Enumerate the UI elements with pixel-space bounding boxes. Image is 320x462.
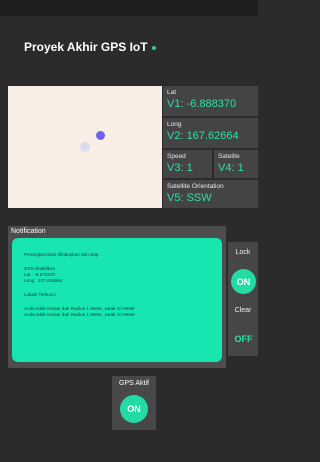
satellite-panel: Satelite V4: 1	[214, 150, 258, 178]
notification-line: Lokasi Terkunci	[24, 292, 56, 297]
gps-toggle-button[interactable]: ON	[120, 395, 148, 423]
online-indicator-icon	[151, 45, 156, 50]
gps-label: GPS Aktif	[119, 380, 149, 387]
current-location-marker-icon[interactable]	[96, 131, 105, 140]
speed-label: Speed	[167, 153, 186, 160]
notification-line: Lat : -6.870370	[24, 272, 55, 277]
satellite-value: V4: 1	[218, 162, 244, 174]
gps-control: GPS Aktif ON	[112, 376, 156, 430]
notification-log[interactable]: Perangkat telah dihidupkan dan siap. GPS…	[12, 238, 222, 362]
previous-location-marker-icon[interactable]	[80, 142, 90, 152]
satellite-orientation-value: V5: SSW	[167, 192, 212, 204]
notification-line: Anda telah Keluar dari Radius 1 Meter, J…	[24, 306, 135, 311]
notification-line: GPS Diaktifkan	[24, 266, 56, 271]
satellite-orientation-label: Satellite Orientation	[167, 183, 224, 190]
lock-label: Lock	[235, 249, 251, 256]
satellite-orientation-panel: Satellite Orientation V5: SSW	[163, 180, 258, 208]
lock-toggle-button[interactable]: ON	[231, 269, 256, 294]
clear-control: Clear OFF	[228, 300, 258, 356]
satellite-label: Satelite	[218, 153, 240, 160]
speed-panel: Speed V3: 1	[163, 150, 212, 178]
lat-panel: Lat V1: -6.888370	[163, 86, 258, 116]
speed-value: V3: 1	[167, 162, 193, 174]
map-view[interactable]	[8, 86, 162, 208]
clear-toggle-button[interactable]: OFF	[231, 326, 256, 351]
clear-label: Clear	[234, 307, 252, 314]
lat-label: Lat	[167, 89, 177, 96]
status-bar	[0, 0, 258, 16]
long-panel: Long V2: 167.62664	[163, 118, 258, 148]
notification-line: Long : 107.626564	[24, 278, 63, 283]
long-value: V2: 167.62664	[167, 130, 239, 142]
lock-control: Lock ON	[228, 242, 258, 300]
notification-title: Notification	[11, 228, 46, 235]
lat-value: V1: -6.888370	[167, 98, 237, 110]
app-title-text: Proyek Akhir GPS IoT	[24, 40, 148, 54]
notification-panel: Notification Perangkat telah dihidupkan …	[8, 226, 226, 368]
notification-line: Anda telah Keluar dari Radius 1 Meter, J…	[24, 312, 135, 317]
notification-line: Perangkat telah dihidupkan dan siap.	[24, 252, 100, 257]
app-title: Proyek Akhir GPS IoT	[24, 40, 156, 54]
long-label: Long	[167, 121, 182, 128]
